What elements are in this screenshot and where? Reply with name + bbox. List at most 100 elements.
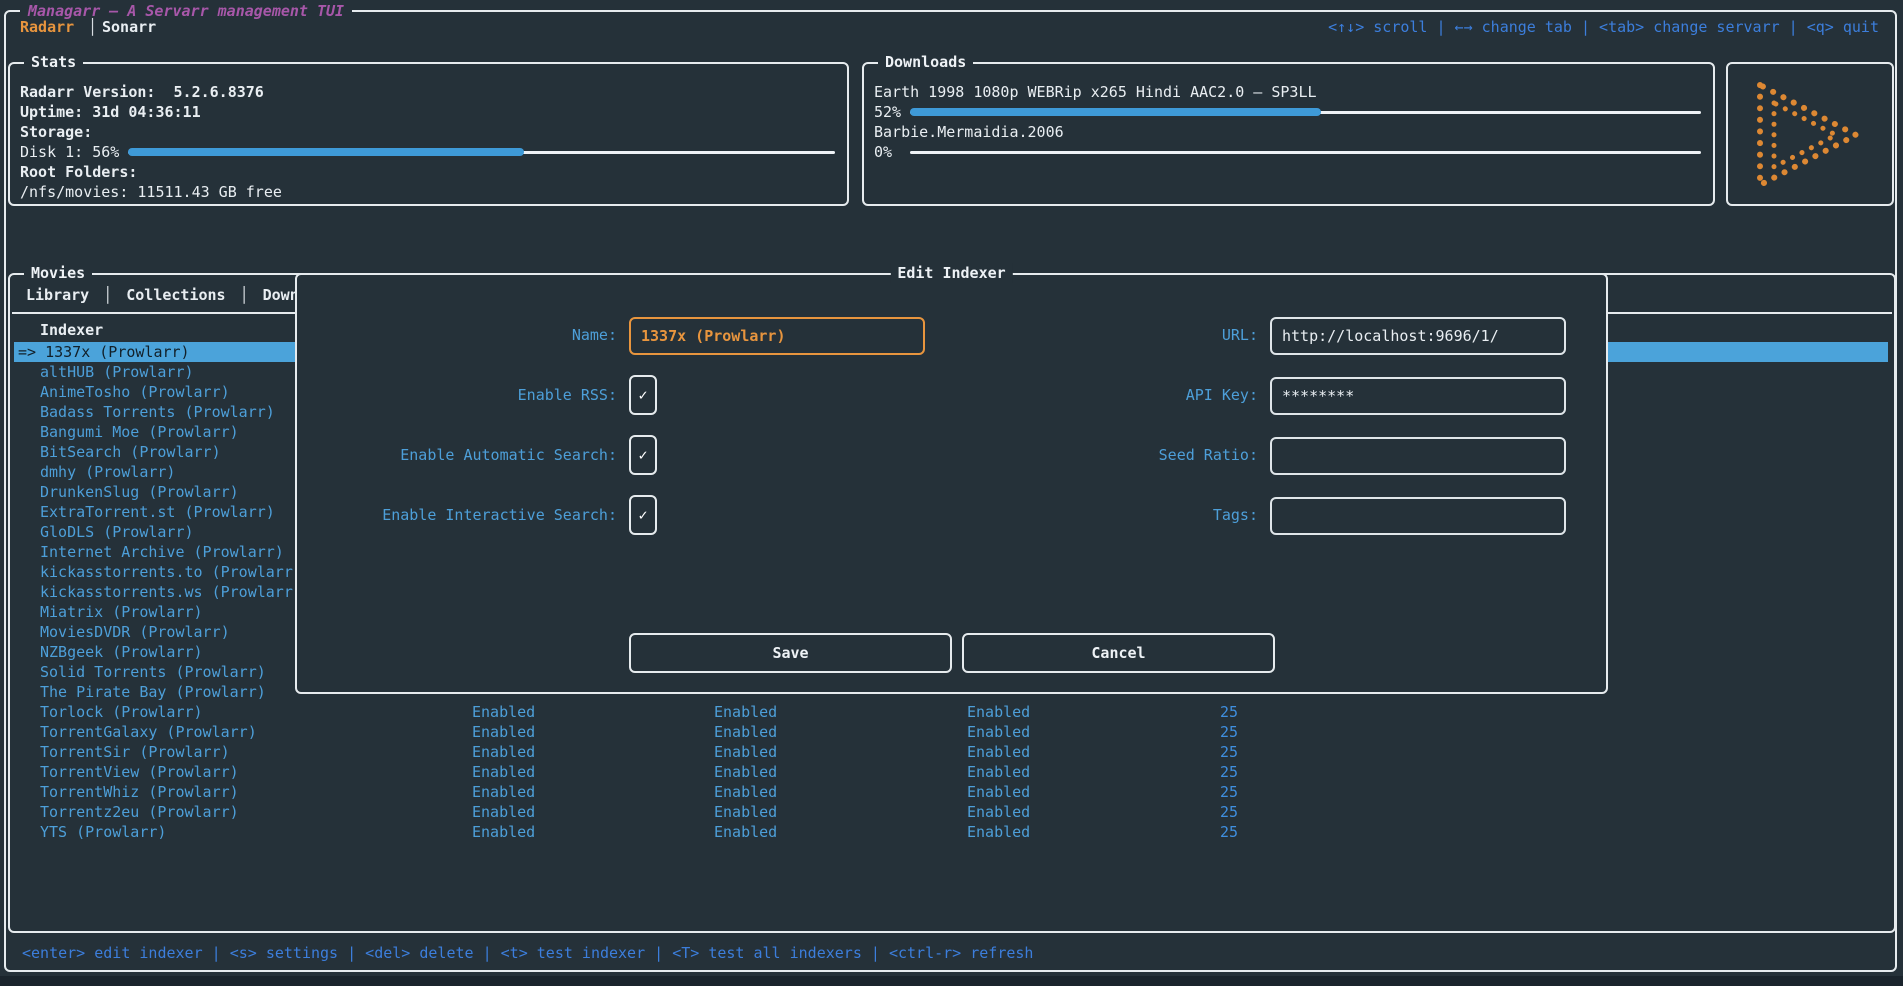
table-row[interactable]: TorrentView (Prowlarr) Enabled Enabled Enab… (14, 762, 1888, 782)
radarr-version: Radarr Version: 5.2.6.8376 (20, 82, 264, 102)
enable-automatic-search-checkbox[interactable]: ✓ (629, 435, 657, 475)
indexer-priority: 25 (1154, 822, 1238, 842)
api-key-input[interactable]: ******** (1270, 377, 1566, 415)
edit-indexer-modal: Edit Indexer Name: 1337x (Prowlarr) Enab… (295, 273, 1608, 694)
enable-rss-checkbox[interactable]: ✓ (629, 375, 657, 415)
enable-rss-label: Enable RSS: (337, 375, 617, 415)
indexer-name: TorrentGalaxy (Prowlarr) (40, 722, 257, 742)
storage-heading: Storage: (20, 122, 92, 142)
url-input[interactable]: http://localhost:9696/1/ (1270, 317, 1566, 355)
table-row[interactable]: Torrentz2eu (Prowlarr) Enabled Enabled Enab… (14, 802, 1888, 822)
name-label: Name: (337, 315, 617, 355)
indexer-interactive-search: Enabled (967, 822, 1030, 842)
indexer-rss: Enabled (472, 722, 535, 742)
download-bar-track (910, 151, 1701, 154)
indexer-interactive-search: Enabled (967, 802, 1030, 822)
indexer-name: Torrentz2eu (Prowlarr) (40, 802, 239, 822)
managarr-app: Managarr – A Servarr management TUI Rada… (0, 0, 1903, 986)
root-folder-free: /nfs/movies: 11511.43 GB free (20, 182, 282, 202)
indexer-rss: Enabled (472, 742, 535, 762)
indexer-name: Solid Torrents (Prowlarr) (40, 662, 266, 682)
movies-tab-separator: │ (240, 285, 249, 305)
indexer-priority: 25 (1154, 802, 1238, 822)
indexer-name: TorrentWhiz (Prowlarr) (40, 782, 239, 802)
tab-sonarr[interactable]: Sonarr (102, 17, 156, 37)
enable-interactive-search-checkbox[interactable]: ✓ (629, 495, 657, 535)
indexer-name: dmhy (Prowlarr) (40, 462, 175, 482)
indexer-name: GloDLS (Prowlarr) (40, 522, 194, 542)
table-row[interactable]: TorrentGalaxy (Prowlarr)EnabledEnabledEn… (14, 722, 1888, 742)
indexer-rss: Enabled (472, 782, 535, 802)
tab-collections[interactable]: Collections (126, 285, 225, 305)
indexer-name: TorrentView (Prowlarr) (40, 762, 239, 782)
indexer-name: Torlock (Prowlarr) (40, 702, 203, 722)
disk-bar-fill (128, 148, 524, 156)
logo-panel (1726, 62, 1894, 206)
seed-ratio-input[interactable] (1270, 437, 1566, 475)
managarr-play-logo-icon (1744, 73, 1876, 197)
seed-ratio-label: Seed Ratio: (1002, 435, 1258, 475)
indexer-priority: 25 (1154, 762, 1238, 782)
indexer-name: NZBgeek (Prowlarr) (40, 642, 203, 662)
indexer-name: YTS (Prowlarr) (40, 822, 166, 842)
indexer-auto-search: Enabled (714, 782, 777, 802)
indexer-rss: Enabled (472, 762, 535, 782)
table-row[interactable]: TorrentWhiz (Prowlarr) Enabled Enabled Enab… (14, 782, 1888, 802)
indexer-interactive-search: Enabled (967, 742, 1030, 762)
download-progress-bar (910, 145, 1701, 159)
indexer-rss: Enabled (472, 702, 535, 722)
download-item-name: Earth 1998 1080p WEBRip x265 Hindi AAC2.… (874, 82, 1317, 102)
stats-panel-title: Stats (24, 52, 83, 72)
indexer-name: Miatrix (Prowlarr) (40, 602, 203, 622)
downloads-panel: Downloads Earth 1998 1080p WEBRip x265 H… (862, 62, 1715, 206)
indexer-name: kickasstorrents.ws (Prowlarr) (40, 582, 302, 602)
indexer-name: MoviesDVDR (Prowlarr) (40, 622, 230, 642)
indexer-name: Bangumi Moe (Prowlarr) (40, 422, 239, 442)
terminal-edge-strip (0, 976, 1903, 986)
tab-radarr[interactable]: Radarr (20, 17, 74, 37)
table-row[interactable]: TorrentSir (Prowlarr) Enabled Enabled Enabl… (14, 742, 1888, 762)
api-key-label: API Key: (1002, 375, 1258, 415)
table-row[interactable]: Torlock (Prowlarr)EnabledEnabledEnabled2… (14, 702, 1888, 722)
indexer-interactive-search: Enabled (967, 782, 1030, 802)
indexer-auto-search: Enabled (714, 762, 777, 782)
indexer-rss: Enabled (472, 802, 535, 822)
tags-input[interactable] (1270, 497, 1566, 535)
download-item-percent: 0% (874, 142, 892, 162)
indexer-name: The Pirate Bay (Prowlarr) (40, 682, 266, 702)
name-input[interactable]: 1337x (Prowlarr) (629, 317, 925, 355)
download-bar-fill (910, 108, 1321, 116)
indexer-priority: 25 (1154, 722, 1238, 742)
indexer-interactive-search: Enabled (967, 762, 1030, 782)
indexer-name: ExtraTorrent.st (Prowlarr) (40, 502, 275, 522)
uptime: Uptime: 31d 04:36:11 (20, 102, 201, 122)
tags-label: Tags: (1002, 495, 1258, 535)
indexer-name: kickasstorrents.to (Prowlarr) (40, 562, 302, 582)
bottom-keybind-hints: <enter> edit indexer | <s> settings | <d… (22, 943, 1033, 963)
servarr-tab-separator: │ (88, 17, 97, 37)
tab-library[interactable]: Library (26, 285, 89, 305)
root-folders-heading: Root Folders: (20, 162, 137, 182)
indexer-auto-search: Enabled (714, 722, 777, 742)
disk-usage-label: Disk 1: 56% (20, 142, 119, 162)
enable-automatic-search-label: Enable Automatic Search: (337, 435, 617, 475)
indexer-priority: 25 (1154, 782, 1238, 802)
indexer-name: Internet Archive (Prowlarr) (40, 542, 284, 562)
indexer-name: AnimeTosho (Prowlarr) (40, 382, 230, 402)
indexer-priority: 25 (1154, 742, 1238, 762)
indexer-column-header: Indexer (40, 320, 103, 340)
indexer-interactive-search: Enabled (967, 702, 1030, 722)
disk-usage-bar (128, 145, 835, 159)
top-keybind-hints: <↑↓> scroll | ←→ change tab | <tab> chan… (1328, 17, 1879, 37)
url-label: URL: (1002, 315, 1258, 355)
indexer-name: TorrentSir (Prowlarr) (40, 742, 230, 762)
modal-title: Edit Indexer (890, 263, 1012, 283)
stats-panel: Stats Radarr Version: 5.2.6.8376 Uptime:… (8, 62, 849, 206)
cancel-button[interactable]: Cancel (962, 633, 1275, 673)
indexer-name: DrunkenSlug (Prowlarr) (40, 482, 239, 502)
indexer-auto-search: Enabled (714, 802, 777, 822)
save-button[interactable]: Save (629, 633, 952, 673)
table-row[interactable]: YTS (Prowlarr)EnabledEnabledEnabled25 (14, 822, 1888, 842)
indexer-auto-search: Enabled (714, 742, 777, 762)
indexer-auto-search: Enabled (714, 702, 777, 722)
